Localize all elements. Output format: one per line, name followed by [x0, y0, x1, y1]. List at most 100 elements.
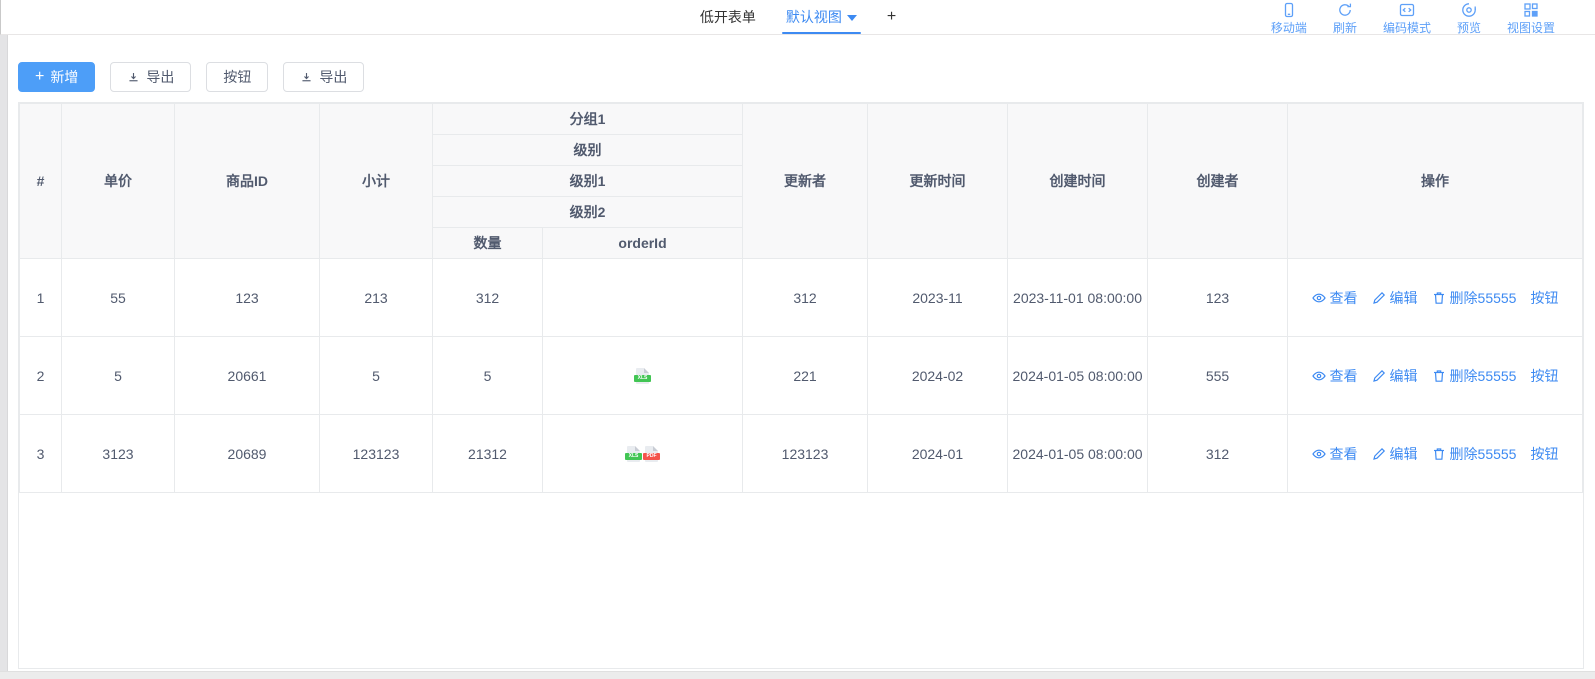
cell-update-time: 2024-01	[868, 415, 1008, 493]
cell-order-id	[543, 259, 743, 337]
col-header-create-time[interactable]: 创建时间	[1008, 104, 1148, 259]
code-mode-label: 编码模式	[1383, 19, 1431, 36]
edit-link[interactable]: 编辑	[1372, 366, 1418, 386]
mobile-view-button[interactable]: 移动端	[1271, 2, 1307, 36]
col-header-unit-price[interactable]: 单价	[62, 104, 175, 259]
cell-quantity: 21312	[433, 415, 543, 493]
col-header-actions[interactable]: 操作	[1288, 104, 1583, 259]
table-row: 3 3123 20689 123123 21312 XLSPDF 123123 …	[20, 415, 1583, 493]
add-button[interactable]: + 新增	[18, 62, 95, 92]
preview-label: 预览	[1457, 19, 1481, 36]
col-header-index[interactable]: #	[20, 104, 62, 259]
cell-unit-price: 55	[62, 259, 175, 337]
caret-down-icon[interactable]	[847, 15, 857, 21]
edit-link[interactable]: 编辑	[1372, 444, 1418, 464]
col-header-product-id[interactable]: 商品ID	[175, 104, 320, 259]
cell-product-id: 20661	[175, 337, 320, 415]
eye-icon	[1312, 369, 1326, 383]
cell-update-time: 2023-11	[868, 259, 1008, 337]
content-area: + 新增 导出 按钮 导出	[0, 35, 1595, 679]
row-actions: 查看 编辑 删除55555 按钮	[1312, 366, 1559, 386]
cell-order-id: XLS PDF	[543, 415, 743, 493]
delete-link-label: 删除55555	[1450, 444, 1517, 464]
cell-index: 3	[20, 415, 62, 493]
tab-form[interactable]: 低开表单	[698, 0, 758, 34]
generic-button[interactable]: 按钮	[206, 62, 268, 92]
table-row: 1 55 123 213 312 312 2023-11 2023-11-01 …	[20, 259, 1583, 337]
cell-create-time: 2024-01-05 08:00:00	[1008, 337, 1148, 415]
delete-link[interactable]: 删除55555	[1432, 444, 1517, 464]
cell-product-id: 123	[175, 259, 320, 337]
col-header-group1[interactable]: 分组1	[433, 104, 743, 135]
refresh-label: 刷新	[1333, 19, 1357, 36]
view-link[interactable]: 查看	[1312, 444, 1358, 464]
pdf-file-icon[interactable]: PDF	[645, 446, 658, 462]
col-header-updater[interactable]: 更新者	[743, 104, 868, 259]
tab-add-view[interactable]: +	[885, 0, 898, 34]
row-button-link[interactable]: 按钮	[1530, 444, 1558, 464]
pencil-icon	[1372, 291, 1386, 305]
cell-create-time: 2024-01-05 08:00:00	[1008, 415, 1148, 493]
preview-button[interactable]: 预览	[1457, 2, 1481, 36]
view-link-label: 查看	[1330, 444, 1358, 464]
horizontal-scrollbar[interactable]	[0, 671, 1595, 679]
col-header-level1[interactable]: 级别1	[433, 166, 743, 197]
view-link[interactable]: 查看	[1312, 288, 1358, 308]
export-button[interactable]: 导出	[110, 62, 191, 92]
tab-default-view[interactable]: 默认视图	[784, 0, 859, 34]
cell-updater: 123123	[743, 415, 868, 493]
table-header: # 单价 商品ID 小计 分组1 更新者 更新时间 创建时间 创建者 操作 级别…	[20, 104, 1583, 259]
trash-icon	[1432, 291, 1446, 305]
view-link-label: 查看	[1330, 366, 1358, 386]
cell-updater: 221	[743, 337, 868, 415]
add-button-label: 新增	[50, 67, 78, 87]
view-link[interactable]: 查看	[1312, 366, 1358, 386]
cell-subtotal: 123123	[320, 415, 433, 493]
row-button-link-label: 按钮	[1530, 444, 1558, 464]
cell-actions: 查看 编辑 删除55555 按钮	[1288, 259, 1583, 337]
plus-icon: +	[887, 8, 896, 26]
trash-icon	[1432, 447, 1446, 461]
generic-button-label: 按钮	[223, 67, 251, 87]
col-header-update-time[interactable]: 更新时间	[868, 104, 1008, 259]
row-button-link[interactable]: 按钮	[1530, 288, 1558, 308]
edit-link-label: 编辑	[1390, 366, 1418, 386]
refresh-button[interactable]: 刷新	[1333, 2, 1357, 36]
cell-unit-price: 3123	[62, 415, 175, 493]
delete-link[interactable]: 删除55555	[1432, 288, 1517, 308]
cell-creator: 555	[1148, 337, 1288, 415]
delete-link[interactable]: 删除55555	[1432, 366, 1517, 386]
col-header-creator[interactable]: 创建者	[1148, 104, 1288, 259]
preview-icon	[1461, 2, 1477, 18]
download-icon	[127, 71, 140, 84]
table-body: 1 55 123 213 312 312 2023-11 2023-11-01 …	[20, 259, 1583, 493]
col-header-level[interactable]: 级别	[433, 135, 743, 166]
pencil-icon	[1372, 369, 1386, 383]
cell-order-id: XLS	[543, 337, 743, 415]
cell-quantity: 5	[433, 337, 543, 415]
code-mode-button[interactable]: 编码模式	[1383, 2, 1431, 36]
xls-file-icon[interactable]: XLS	[627, 446, 640, 462]
col-header-order-id[interactable]: orderId	[543, 228, 743, 259]
export-button-2[interactable]: 导出	[283, 62, 364, 92]
col-header-level2[interactable]: 级别2	[433, 197, 743, 228]
data-table: # 单价 商品ID 小计 分组1 更新者 更新时间 创建时间 创建者 操作 级别…	[19, 103, 1583, 493]
toolbar: + 新增 导出 按钮 导出	[18, 62, 1595, 92]
view-link-label: 查看	[1330, 288, 1358, 308]
export-button-label: 导出	[146, 67, 174, 87]
left-panel-strip	[0, 35, 8, 679]
row-button-link[interactable]: 按钮	[1530, 366, 1558, 386]
col-header-quantity[interactable]: 数量	[433, 228, 543, 259]
view-settings-button[interactable]: 视图设置	[1507, 2, 1555, 36]
col-header-subtotal[interactable]: 小计	[320, 104, 433, 259]
refresh-icon	[1337, 2, 1353, 18]
xls-file-icon[interactable]: XLS	[636, 368, 649, 384]
download-icon	[300, 71, 313, 84]
cell-subtotal: 213	[320, 259, 433, 337]
cell-update-time: 2024-02	[868, 337, 1008, 415]
tab-default-view-label: 默认视图	[786, 7, 842, 27]
cell-index: 1	[20, 259, 62, 337]
trash-icon	[1432, 369, 1446, 383]
edit-link[interactable]: 编辑	[1372, 288, 1418, 308]
cell-create-time: 2023-11-01 08:00:00	[1008, 259, 1148, 337]
